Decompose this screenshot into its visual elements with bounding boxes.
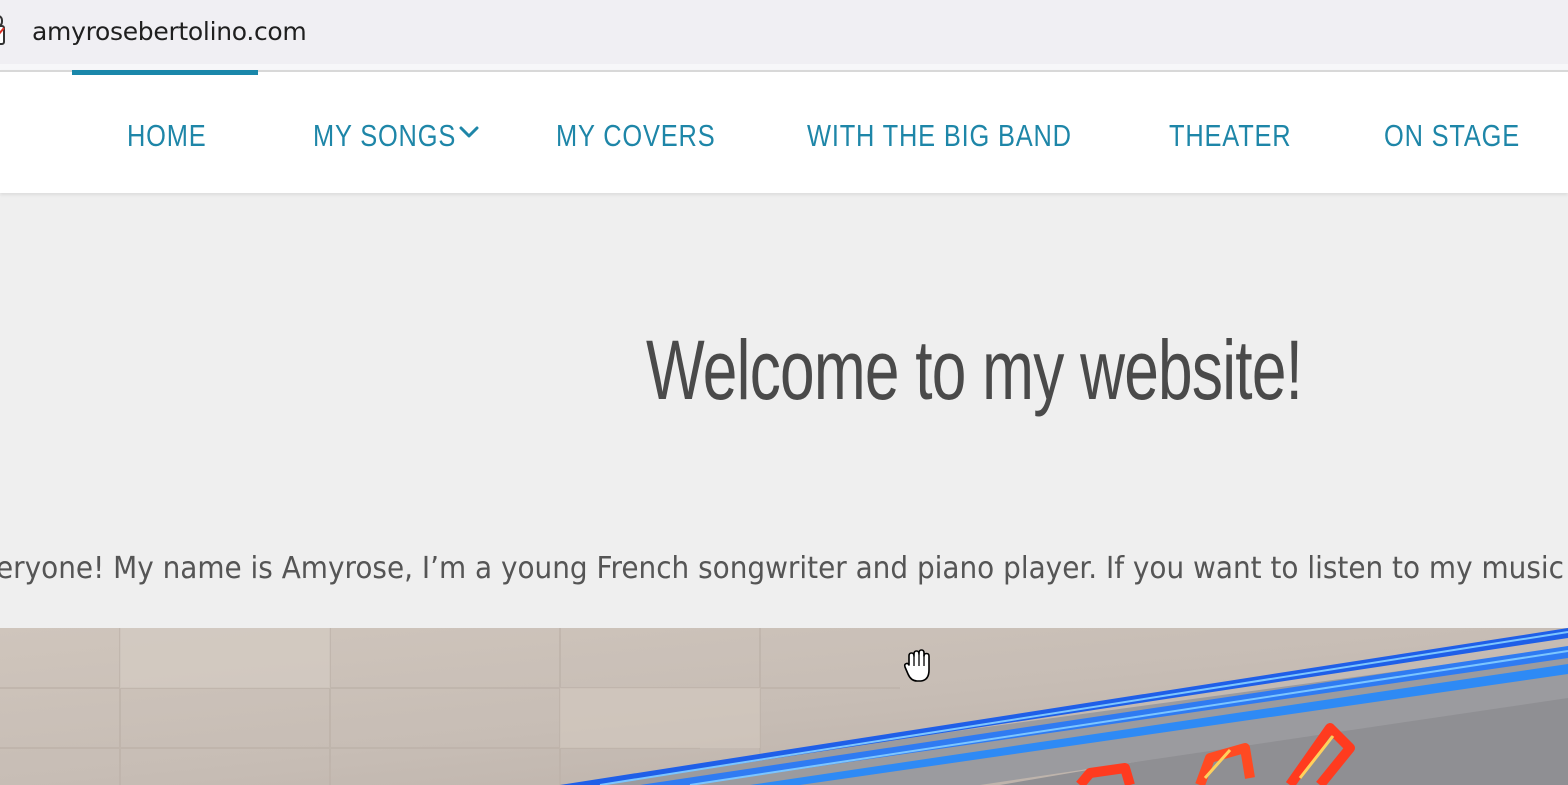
page-title: Welcome to my website! bbox=[646, 323, 1303, 417]
chevron-down-icon[interactable] bbox=[458, 124, 480, 140]
banner-image bbox=[0, 628, 1568, 785]
address-bar[interactable]: amyrosebertolino.com bbox=[0, 0, 1568, 64]
intro-text: eryone! My name is Amyrose, I’m a young … bbox=[0, 551, 1564, 586]
nav-item-home[interactable]: HOME bbox=[127, 116, 207, 156]
url-text[interactable]: amyrosebertolino.com bbox=[32, 16, 307, 48]
lock-icon bbox=[0, 15, 5, 45]
nav-item-with-the-big-band[interactable]: WITH THE BIG BAND bbox=[807, 116, 1072, 156]
nav-item-theater[interactable]: THEATER bbox=[1169, 116, 1292, 156]
main-navigation: HOME MY SONGS MY COVERS WITH THE BIG BAN… bbox=[0, 70, 1568, 193]
nav-item-on-stage[interactable]: ON STAGE bbox=[1384, 116, 1520, 156]
hand-cursor-icon bbox=[903, 649, 930, 682]
banner-photo bbox=[0, 628, 1568, 785]
nav-item-my-songs[interactable]: MY SONGS bbox=[313, 116, 456, 156]
nav-item-my-covers[interactable]: MY COVERS bbox=[556, 116, 715, 156]
active-tab-indicator bbox=[72, 70, 258, 75]
